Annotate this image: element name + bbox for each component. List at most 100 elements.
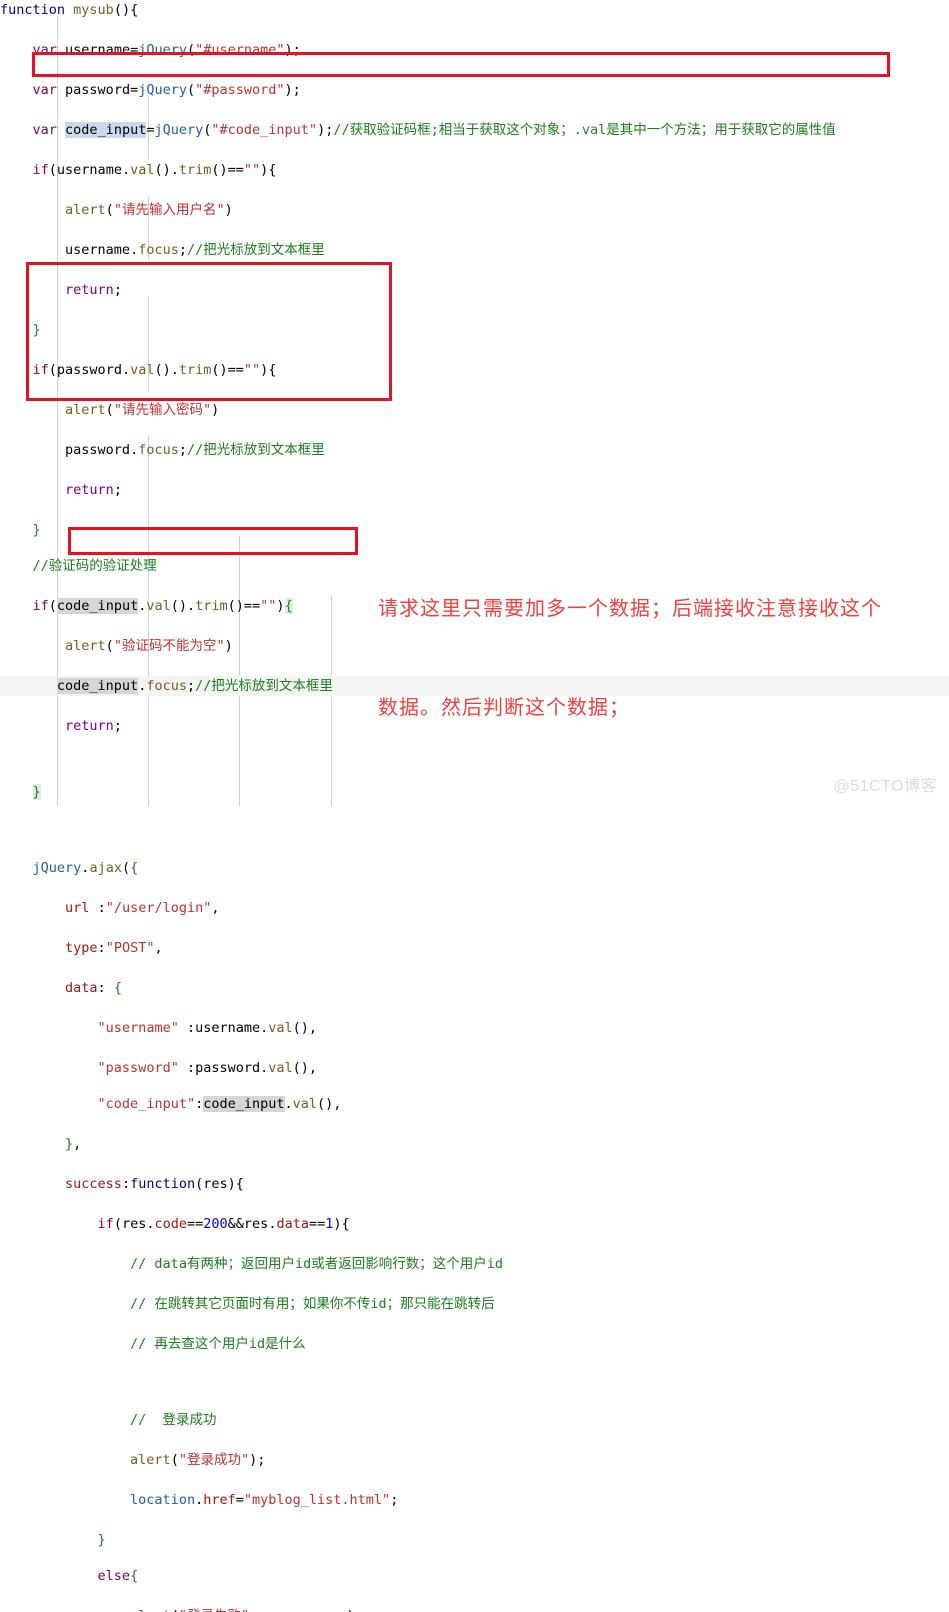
token-comment: // 再去查这个用户id是什么 [130, 1336, 306, 1352]
token-string: "登录成功" [179, 1452, 249, 1468]
code-line[interactable] [0, 1374, 949, 1394]
code-line[interactable]: return; [0, 280, 949, 300]
annotation-note-line1: 请求这里只需要加多一个数据；后端接收注意接收这个 [378, 592, 882, 625]
token-string: "password" [98, 1060, 179, 1076]
token-comment: // data有两种；返回用户id或者返回影响行数；这个用户id [130, 1256, 503, 1272]
token-string: "/user/login" [106, 900, 212, 916]
code-line[interactable]: else{ [0, 1566, 949, 1586]
token-comment: //把光标放到文本框里 [187, 242, 325, 258]
token-comment: //验证码的验证处理 [33, 558, 157, 574]
token-number: 1 [325, 1216, 333, 1232]
token-keyword: return [65, 282, 114, 298]
code-line[interactable]: "password" :password.val(), [0, 1058, 949, 1078]
token-keyword: if [33, 598, 49, 614]
token-comment: // 登录成功 [130, 1412, 217, 1428]
token-property: type [65, 940, 98, 956]
code-line[interactable]: data: { [0, 978, 949, 998]
token-brace: } [65, 1136, 73, 1152]
token-keyword: else [98, 1568, 131, 1584]
token-function-call: alert [130, 1608, 171, 1612]
token-brace: } [98, 1532, 106, 1548]
token-jquery: jQuery [154, 122, 203, 138]
code-line[interactable]: // data有两种；返回用户id或者返回影响行数；这个用户id [0, 1254, 949, 1274]
token-identifier-occurrence: code_input [57, 598, 138, 614]
token-identifier: username [65, 42, 130, 58]
token-string: "验证码不能为空" [114, 638, 225, 654]
code-line[interactable]: username.focus;//把光标放到文本框里 [0, 240, 949, 260]
token-identifier-occurrence: code_input [57, 678, 138, 694]
code-line[interactable]: var username=jQuery("#username"); [0, 40, 949, 60]
token-keyword: function [0, 2, 65, 18]
token-identifier-selected: code_input [65, 122, 146, 138]
token-property: success [65, 1176, 122, 1192]
code-line[interactable]: if(res.code==200&&res.data==1){ [0, 1214, 949, 1234]
token-function-call: alert [65, 202, 106, 218]
token-string: "#code_input" [211, 122, 317, 138]
code-line[interactable]: "username" :username.val(), [0, 1018, 949, 1038]
token-identifier: password [65, 82, 130, 98]
code-line[interactable]: if(username.val().trim()==""){ [0, 160, 949, 180]
code-line[interactable]: // 在跳转其它页面时有用；如果你不传id；那只能在跳转后 [0, 1294, 949, 1314]
token-jquery: jQuery [138, 82, 187, 98]
token-string: "登录失败" [179, 1608, 249, 1612]
code-line[interactable]: alert("登录成功"); [0, 1450, 949, 1470]
token-function-call: alert [65, 638, 106, 654]
code-line[interactable]: alert("请先输入用户名") [0, 200, 949, 220]
code-line[interactable]: alert("登录失败"+res.message); [0, 1606, 949, 1612]
token-keyword: if [98, 1216, 114, 1232]
token-string: "POST" [106, 940, 155, 956]
code-editor[interactable]: function mysub(){ var username=jQuery("#… [0, 0, 949, 806]
token-jquery: jQuery [138, 42, 187, 58]
code-line[interactable]: url :"/user/login", [0, 898, 949, 918]
token-string: "#password" [195, 82, 284, 98]
code-line[interactable]: alert("请先输入密码") [0, 400, 949, 420]
code-line[interactable]: password.focus;//把光标放到文本框里 [0, 440, 949, 460]
code-line[interactable]: jQuery.ajax({ [0, 858, 949, 878]
code-line[interactable] [0, 822, 949, 842]
token-text [65, 2, 73, 18]
token-function-call: alert [65, 402, 106, 418]
token-identifier-occurrence: code_input [203, 1096, 284, 1112]
token-string: "code_input" [98, 1096, 196, 1112]
token-brace: } [33, 784, 41, 800]
code-line[interactable]: // 登录成功 [0, 1410, 949, 1430]
code-line[interactable]: if(password.val().trim()==""){ [0, 360, 949, 380]
token-comment: //获取验证码框;相当于获取这个对象；.val是其中一个方法；用于获取它的属性值 [333, 122, 835, 138]
token-string: "请先输入密码" [114, 402, 211, 418]
code-line[interactable]: } [0, 320, 949, 340]
token-keyword: if [33, 162, 49, 178]
token-keyword: var [33, 42, 57, 58]
token-function-name: mysub [73, 2, 114, 18]
token-comment: // 在跳转其它页面时有用；如果你不传id；那只能在跳转后 [130, 1296, 495, 1312]
token-comment: //把光标放到文本框里 [187, 442, 325, 458]
code-line[interactable]: success:function(res){ [0, 1174, 949, 1194]
token-string: "username" [98, 1020, 179, 1036]
token-identifier: location [130, 1492, 195, 1508]
code-line[interactable]: return; [0, 480, 949, 500]
code-line[interactable]: } [0, 1530, 949, 1550]
token-property: data [65, 980, 98, 996]
token-keyword: if [33, 362, 49, 378]
token-keyword: return [65, 482, 114, 498]
code-line[interactable]: }, [0, 1134, 949, 1154]
token-jquery: jQuery [33, 860, 82, 876]
token-punct: (){ [114, 2, 138, 18]
token-string: "#username" [195, 42, 284, 58]
token-brace: } [33, 322, 41, 338]
token-comment: //把光标放到文本框里 [195, 678, 333, 694]
code-line[interactable]: "code_input":code_input.val(), [0, 1094, 949, 1114]
code-line[interactable]: // 再去查这个用户id是什么 [0, 1334, 949, 1354]
token-keyword: function [130, 1176, 195, 1192]
token-keyword: var [33, 82, 57, 98]
code-line[interactable]: location.href="myblog_list.html"; [0, 1490, 949, 1510]
code-line[interactable]: var password=jQuery("#password"); [0, 80, 949, 100]
token-function-call: alert [130, 1452, 171, 1468]
token-brace: } [33, 522, 41, 538]
annotation-note-line2: 数据。然后判断这个数据； [378, 691, 882, 724]
code-line[interactable]: type:"POST", [0, 938, 949, 958]
token-keyword: return [65, 718, 114, 734]
code-line[interactable]: var code_input=jQuery("#code_input");//获… [0, 120, 949, 140]
code-line[interactable]: function mysub(){ [0, 0, 949, 20]
token-string: "myblog_list.html" [244, 1492, 390, 1508]
token-number: 200 [203, 1216, 227, 1232]
